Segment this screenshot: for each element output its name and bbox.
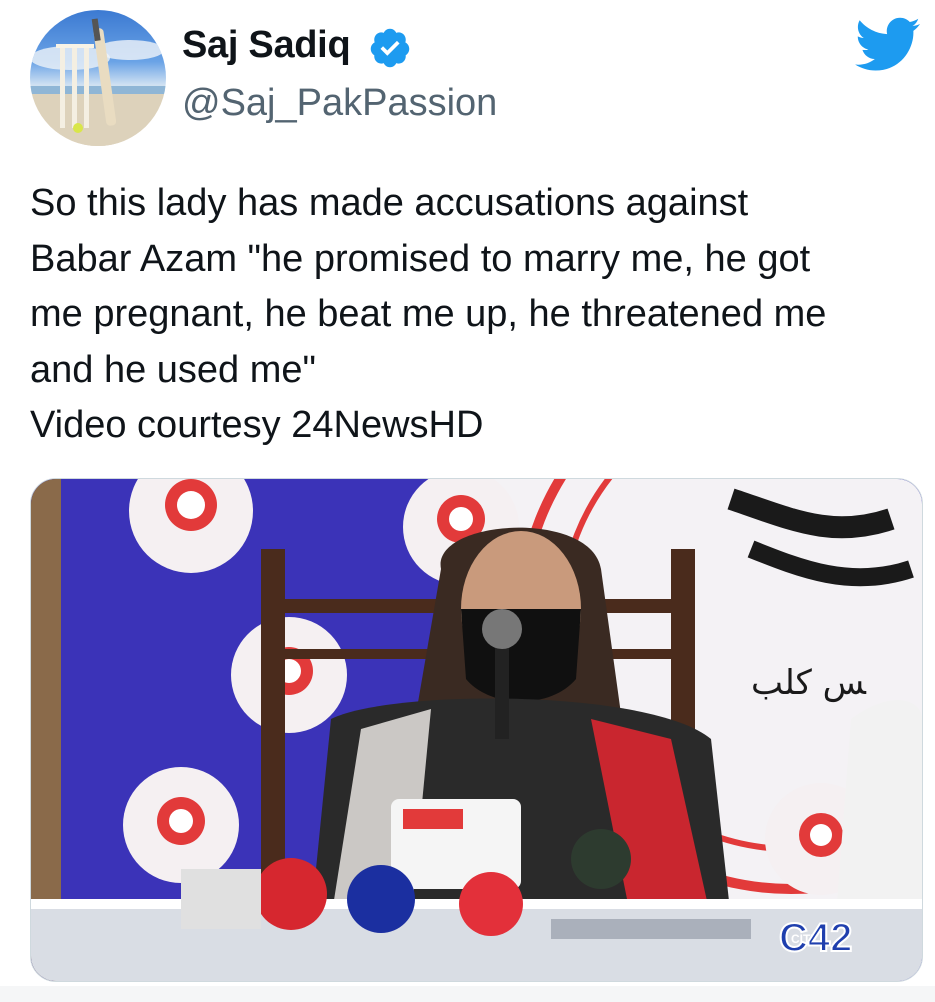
svg-text:ﺲ ﻛﻠﺐ: ﺲ ﻛﻠﺐ (751, 663, 867, 703)
avatar-image (30, 18, 166, 146)
bottom-divider (0, 986, 935, 1002)
author-name[interactable]: Saj Sadiq (182, 24, 351, 67)
tweet-text-line: Babar Azam "he promised to marry me, he … (30, 237, 811, 280)
author-handle[interactable]: @Saj_PakPassion (182, 82, 497, 125)
verified-badge-icon (370, 28, 410, 68)
channel-watermark: C42 (779, 916, 852, 960)
tweet-card: Saj Sadiq @Saj_PakPassion So this lady h… (0, 0, 935, 1002)
video-frame: ﺲ ﻛﻠﺐ CITY C42 (31, 479, 922, 981)
tweet-text-line: me pregnant, he beat me up, he threatene… (30, 293, 827, 335)
tweet-text-line: So this lady has made accusations agains… (30, 182, 749, 224)
twitter-bird-icon[interactable] (855, 17, 921, 73)
author-avatar[interactable] (30, 10, 166, 146)
video-media[interactable]: ﺲ ﻛﻠﺐ CITY C42 (30, 478, 923, 982)
tweet-text-line: and he used me" (30, 348, 317, 391)
tweet-text: So this lady has made accusations agains… (30, 176, 920, 454)
tweet-text-line: Video courtesy 24NewsHD (30, 404, 484, 446)
